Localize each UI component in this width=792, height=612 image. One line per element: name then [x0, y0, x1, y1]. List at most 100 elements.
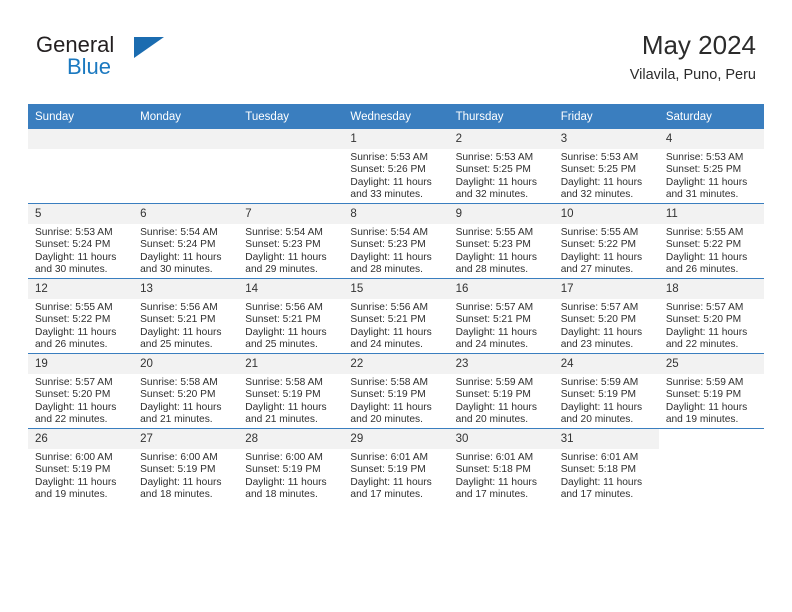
daylight-text: Daylight: 11 hours and 23 minutes.	[560, 326, 643, 351]
day-sun-info: Sunrise: 5:54 AM Sunset: 5:23 PM Daylight:…	[238, 224, 343, 277]
sunset-text: Sunset: 5:22 PM	[665, 239, 742, 251]
daylight-text: Daylight: 11 hours and 33 minutes.	[350, 176, 432, 201]
day-number	[133, 129, 239, 149]
daylight-text: Daylight: 11 hours and 32 minutes.	[560, 176, 643, 201]
day-number	[28, 129, 134, 149]
calendar-day-cell[interactable]: 13 Sunrise: 5:56 AM Sunset: 5:21 PM Dayligh…	[133, 278, 239, 354]
sunset-text: Sunset: 5:19 PM	[455, 389, 531, 401]
daylight-text: Daylight: 11 hours and 31 minutes.	[665, 176, 748, 201]
daylight-text: Daylight: 11 hours and 25 minutes.	[245, 326, 327, 351]
day-sun-info: Sunrise: 5:53 AM Sunset: 5:26 PM Daylight:…	[343, 149, 448, 202]
day-sun-info: Sunrise: 5:58 AM Sunset: 5:19 PM Daylight:…	[343, 374, 448, 427]
general-blue-logo[interactable]: General Blue	[36, 32, 176, 88]
calendar-day-cell[interactable]: 18 Sunrise: 5:57 AM Sunset: 5:20 PM Dayligh…	[658, 278, 764, 354]
day-sun-info: Sunrise: 6:01 AM Sunset: 5:18 PM Daylight:…	[449, 449, 554, 502]
sunrise-text: Sunrise: 5:55 AM	[560, 227, 639, 238]
day-number: 13	[133, 279, 239, 299]
day-number: 29	[343, 429, 449, 449]
calendar-day-cell[interactable]: 5 Sunrise: 5:53 AM Sunset: 5:24 PM Daylight…	[28, 203, 134, 279]
daylight-text: Daylight: 11 hours and 19 minutes.	[665, 401, 748, 426]
daylight-text: Daylight: 11 hours and 29 minutes.	[245, 251, 327, 276]
calendar-day-cell[interactable]: 11 Sunrise: 5:55 AM Sunset: 5:22 PM Dayligh…	[658, 203, 764, 279]
day-number: 28	[238, 429, 344, 449]
sunset-text: Sunset: 5:19 PM	[350, 389, 426, 401]
sunrise-text: Sunrise: 6:01 AM	[560, 452, 639, 463]
calendar-day-cell[interactable]: 16 Sunrise: 5:57 AM Sunset: 5:21 PM Dayligh…	[448, 278, 554, 354]
sunrise-text: Sunrise: 5:54 AM	[245, 227, 323, 238]
sunrise-text: Sunrise: 5:55 AM	[665, 227, 744, 238]
logo-triangle-icon	[134, 37, 164, 58]
day-number	[238, 129, 344, 149]
calendar-day-cell[interactable]: 31 Sunrise: 6:01 AM Sunset: 5:18 PM Dayligh…	[553, 428, 659, 503]
calendar-day-cell[interactable]: 3 Sunrise: 5:53 AM Sunset: 5:25 PM Daylight…	[553, 129, 659, 204]
calendar-day-cell-empty	[238, 129, 344, 204]
sunrise-text: Sunrise: 5:57 AM	[35, 377, 113, 388]
calendar-day-cell[interactable]: 28 Sunrise: 6:00 AM Sunset: 5:19 PM Dayligh…	[238, 428, 344, 503]
sunset-text: Sunset: 5:23 PM	[455, 239, 531, 251]
daylight-text: Daylight: 11 hours and 20 minutes.	[560, 401, 643, 426]
calendar-day-cell[interactable]: 15 Sunrise: 5:56 AM Sunset: 5:21 PM Dayligh…	[343, 278, 449, 354]
weekday-header-monday: Monday	[133, 104, 239, 129]
day-number: 21	[238, 354, 344, 374]
sunset-text: Sunset: 5:19 PM	[350, 464, 426, 476]
sunset-text: Sunset: 5:19 PM	[560, 389, 637, 401]
day-number: 22	[343, 354, 449, 374]
sunrise-text: Sunrise: 5:53 AM	[560, 152, 639, 163]
sunset-text: Sunset: 5:19 PM	[665, 389, 742, 401]
sunrise-text: Sunrise: 6:00 AM	[35, 452, 113, 463]
daylight-text: Daylight: 11 hours and 30 minutes.	[35, 251, 117, 276]
calendar-day-cell[interactable]: 23 Sunrise: 5:59 AM Sunset: 5:19 PM Dayligh…	[448, 353, 554, 429]
page-subtitle-location: Vilavila, Puno, Peru	[629, 67, 756, 83]
calendar-day-cell[interactable]: 25 Sunrise: 5:59 AM Sunset: 5:19 PM Dayligh…	[658, 353, 764, 429]
calendar-day-cell[interactable]: 14 Sunrise: 5:56 AM Sunset: 5:21 PM Dayligh…	[238, 278, 344, 354]
calendar-day-cell[interactable]: 12 Sunrise: 5:55 AM Sunset: 5:22 PM Dayligh…	[28, 278, 134, 354]
sunset-text: Sunset: 5:26 PM	[350, 164, 426, 176]
day-number: 4	[658, 129, 764, 149]
sunset-text: Sunset: 5:19 PM	[245, 389, 321, 401]
calendar-day-cell[interactable]: 20 Sunrise: 5:58 AM Sunset: 5:20 PM Dayligh…	[133, 353, 239, 429]
day-number: 15	[343, 279, 449, 299]
calendar-day-cell[interactable]: 9 Sunrise: 5:55 AM Sunset: 5:23 PM Daylight…	[448, 203, 554, 279]
calendar-day-cell[interactable]: 30 Sunrise: 6:01 AM Sunset: 5:18 PM Dayligh…	[448, 428, 554, 503]
sunset-text: Sunset: 5:24 PM	[35, 239, 111, 251]
calendar-day-cell[interactable]: 19 Sunrise: 5:57 AM Sunset: 5:20 PM Dayligh…	[28, 353, 134, 429]
calendar-day-cell[interactable]: 26 Sunrise: 6:00 AM Sunset: 5:19 PM Dayligh…	[28, 428, 134, 503]
day-number: 6	[133, 204, 239, 224]
calendar-day-cell[interactable]: 1 Sunrise: 5:53 AM Sunset: 5:26 PM Daylight…	[343, 129, 449, 204]
daylight-text: Daylight: 11 hours and 18 minutes.	[245, 476, 327, 501]
day-sun-info: Sunrise: 6:01 AM Sunset: 5:19 PM Daylight:…	[343, 449, 448, 502]
calendar-week-row: 19 Sunrise: 5:57 AM Sunset: 5:20 PM Dayligh…	[28, 353, 764, 429]
sunset-text: Sunset: 5:20 PM	[140, 389, 216, 401]
calendar-day-cell[interactable]: 29 Sunrise: 6:01 AM Sunset: 5:19 PM Dayligh…	[343, 428, 449, 503]
calendar-day-cell[interactable]: 24 Sunrise: 5:59 AM Sunset: 5:19 PM Dayligh…	[553, 353, 659, 429]
sunset-text: Sunset: 5:19 PM	[245, 464, 321, 476]
calendar-day-cell[interactable]: 21 Sunrise: 5:58 AM Sunset: 5:19 PM Dayligh…	[238, 353, 344, 429]
daylight-text: Daylight: 11 hours and 24 minutes.	[455, 326, 537, 351]
calendar-day-cell[interactable]: 4 Sunrise: 5:53 AM Sunset: 5:25 PM Daylight…	[658, 129, 764, 204]
calendar-day-cell[interactable]: 27 Sunrise: 6:00 AM Sunset: 5:19 PM Dayligh…	[133, 428, 239, 503]
sunrise-text: Sunrise: 5:54 AM	[140, 227, 218, 238]
day-sun-info: Sunrise: 5:53 AM Sunset: 5:24 PM Daylight:…	[28, 224, 133, 277]
daylight-text: Daylight: 11 hours and 28 minutes.	[455, 251, 537, 276]
page-title: May 2024	[641, 30, 756, 60]
sunset-text: Sunset: 5:23 PM	[350, 239, 426, 251]
calendar-day-cell[interactable]: 8 Sunrise: 5:54 AM Sunset: 5:23 PM Daylight…	[343, 203, 449, 279]
calendar-day-cell[interactable]: 22 Sunrise: 5:58 AM Sunset: 5:19 PM Dayligh…	[343, 353, 449, 429]
calendar-day-cell[interactable]: 17 Sunrise: 5:57 AM Sunset: 5:20 PM Dayligh…	[553, 278, 659, 354]
day-sun-info: Sunrise: 5:59 AM Sunset: 5:19 PM Daylight:…	[449, 374, 554, 427]
calendar-day-cell[interactable]: 10 Sunrise: 5:55 AM Sunset: 5:22 PM Dayligh…	[553, 203, 659, 279]
daylight-text: Daylight: 11 hours and 32 minutes.	[455, 176, 537, 201]
day-number: 7	[238, 204, 344, 224]
sunrise-text: Sunrise: 5:58 AM	[245, 377, 323, 388]
calendar-day-cell[interactable]: 6 Sunrise: 5:54 AM Sunset: 5:24 PM Daylight…	[133, 203, 239, 279]
month-calendar-table: Sunday Monday Tuesday Wednesday Thursday Frid…	[28, 104, 764, 503]
day-sun-info: Sunrise: 6:01 AM Sunset: 5:18 PM Daylight:…	[554, 449, 659, 502]
daylight-text: Daylight: 11 hours and 19 minutes.	[35, 476, 117, 501]
day-sun-info: Sunrise: 5:59 AM Sunset: 5:19 PM Daylight:…	[659, 374, 764, 427]
day-number: 26	[28, 429, 134, 449]
calendar-day-cell[interactable]: 2 Sunrise: 5:53 AM Sunset: 5:25 PM Daylight…	[448, 129, 554, 204]
day-sun-info: Sunrise: 5:58 AM Sunset: 5:19 PM Daylight:…	[238, 374, 343, 427]
calendar-day-cell[interactable]: 7 Sunrise: 5:54 AM Sunset: 5:23 PM Daylight…	[238, 203, 344, 279]
day-sun-info: Sunrise: 5:54 AM Sunset: 5:23 PM Daylight:…	[343, 224, 448, 277]
day-sun-info: Sunrise: 5:53 AM Sunset: 5:25 PM Daylight:…	[554, 149, 659, 202]
